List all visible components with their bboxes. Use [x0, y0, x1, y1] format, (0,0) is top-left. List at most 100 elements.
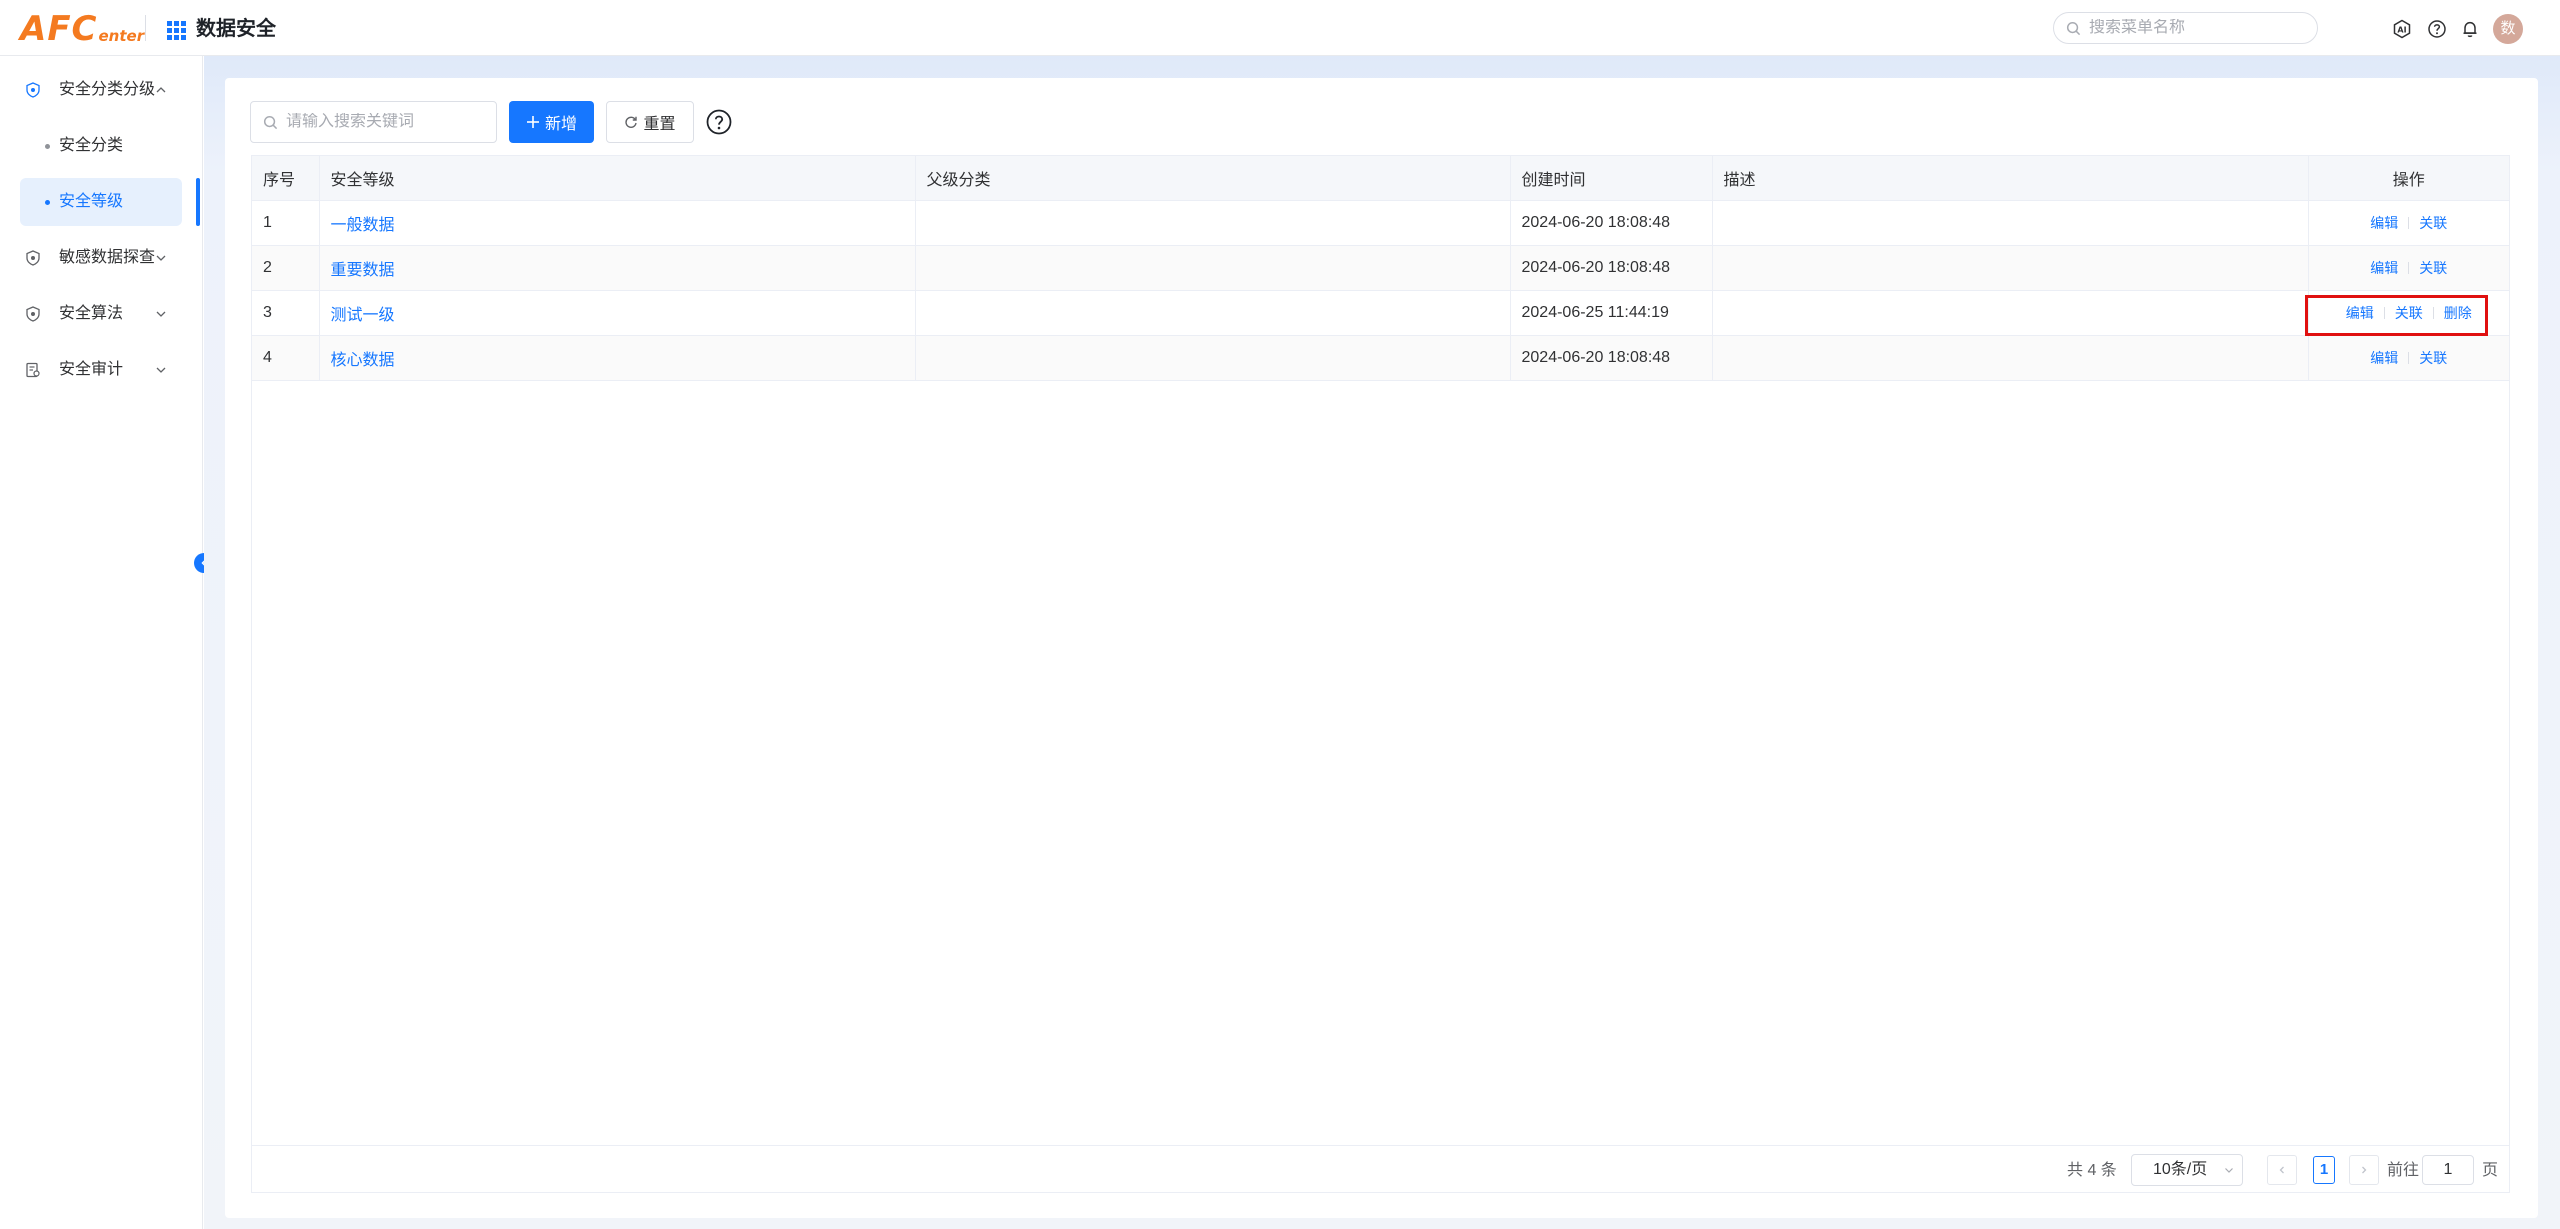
sidebar-item-label: 敏感数据探查 — [59, 249, 156, 266]
edit-link[interactable]: 编辑 — [2370, 215, 2398, 231]
table-row: 2 重要数据 2024-06-20 18:08:48 编辑 关联 — [252, 245, 2509, 291]
sidebar-item-audit[interactable]: 安全审计 — [0, 350, 200, 390]
pagination-total: 共 4 条 — [2067, 1162, 2117, 1179]
prev-page-button[interactable] — [2267, 1155, 2297, 1185]
sidebar-subitem-classification[interactable]: 安全分类 — [20, 122, 182, 170]
ai-assistant-icon[interactable]: AI — [2392, 19, 2412, 39]
page-size-select[interactable]: 10条/页 — [2131, 1154, 2243, 1186]
op-divider — [2408, 351, 2410, 364]
sidebar-subitem-label: 安全分类 — [59, 137, 124, 154]
cell-description — [1712, 335, 2309, 381]
pagination-divider — [252, 1145, 2509, 1146]
help-icon[interactable] — [2427, 19, 2447, 39]
sidebar-subitem-label: 安全等级 — [59, 193, 124, 210]
level-link[interactable]: 核心数据 — [331, 352, 395, 369]
edit-link[interactable]: 编辑 — [2370, 350, 2398, 366]
table-row: 1 一般数据 2024-06-20 18:08:48 编辑 关联 — [252, 200, 2509, 246]
next-page-button[interactable] — [2349, 1155, 2379, 1185]
bullet-dot — [45, 200, 50, 205]
cell-index: 2 — [252, 245, 320, 291]
goto-suffix: 页 — [2482, 1162, 2499, 1179]
chevron-down-icon — [156, 311, 166, 317]
column-header-operations: 操作 — [2308, 156, 2509, 201]
column-header-created: 创建时间 — [1510, 156, 1713, 201]
associate-link[interactable]: 关联 — [2419, 215, 2447, 231]
cell-description — [1712, 245, 2309, 291]
cell-parent — [915, 245, 1511, 291]
apps-grid-icon[interactable] — [167, 21, 187, 40]
chevron-left-icon — [2279, 1166, 2284, 1174]
level-link[interactable]: 一般数据 — [331, 217, 395, 234]
top-header: AFC enter 数据安全 AI 数 — [0, 0, 2560, 56]
bell-icon[interactable] — [2460, 19, 2480, 39]
bullet-dot — [45, 144, 50, 149]
op-divider — [2408, 216, 2410, 229]
sidebar: 安全分类分级 安全分类 安全等级 敏感数据探查 安全算法 安全审计 — [0, 56, 203, 1229]
add-button[interactable]: 新增 — [509, 101, 594, 143]
shield-icon — [26, 82, 40, 98]
cell-description — [1712, 290, 2309, 336]
cell-parent — [915, 200, 1511, 246]
cell-operations: 编辑 关联 — [2308, 245, 2509, 291]
help-circle-icon[interactable] — [706, 109, 732, 135]
table-row: 3 测试一级 2024-06-25 11:44:19 编辑 关联 删除 — [252, 290, 2509, 336]
cell-index: 4 — [252, 335, 320, 381]
cell-created: 2024-06-20 18:08:48 — [1510, 335, 1713, 381]
cell-created: 2024-06-20 18:08:48 — [1510, 200, 1713, 246]
cell-index: 1 — [252, 200, 320, 246]
page-size-value: 10条/页 — [2153, 1161, 2208, 1178]
afc-logo[interactable]: AFC enter — [20, 8, 144, 48]
chevron-down-icon — [156, 367, 166, 373]
cell-created: 2024-06-20 18:08:48 — [1510, 245, 1713, 291]
shield-icon — [26, 250, 40, 266]
goto-label: 前往 — [2387, 1162, 2420, 1179]
audit-icon — [26, 362, 40, 378]
search-icon — [263, 115, 278, 129]
level-link[interactable]: 重要数据 — [331, 262, 395, 279]
keyword-search-box[interactable] — [250, 101, 497, 143]
edit-link[interactable]: 编辑 — [2370, 260, 2398, 276]
header-divider — [145, 15, 146, 41]
cell-operations: 编辑 关联 — [2308, 200, 2509, 246]
logo-text-sub: enter — [98, 27, 145, 45]
sidebar-item-label: 安全分类分级 — [59, 81, 156, 98]
op-divider — [2408, 261, 2410, 274]
user-avatar[interactable]: 数 — [2493, 14, 2523, 44]
sidebar-item-label: 安全算法 — [59, 305, 124, 322]
cell-parent — [915, 290, 1511, 336]
associate-link[interactable]: 关联 — [2419, 350, 2447, 366]
column-header-index: 序号 — [252, 156, 320, 201]
keyword-search-input[interactable] — [286, 113, 486, 131]
chevron-down-icon — [2225, 1168, 2233, 1173]
highlight-annotation-box — [2305, 295, 2488, 336]
column-header-level: 安全等级 — [319, 156, 916, 201]
refresh-icon — [625, 116, 638, 128]
level-link[interactable]: 测试一级 — [331, 307, 395, 324]
plus-icon — [526, 116, 539, 128]
menu-search-input[interactable] — [2089, 19, 2299, 37]
sidebar-item-algorithm[interactable]: 安全算法 — [0, 294, 200, 334]
logo-text-main: AFC — [20, 9, 98, 49]
menu-search-box[interactable] — [2053, 12, 2318, 44]
column-header-description: 描述 — [1712, 156, 2309, 201]
sidebar-item-classification-grading[interactable]: 安全分类分级 — [0, 70, 200, 110]
chevron-down-icon — [156, 255, 166, 261]
chevron-up-icon — [156, 87, 166, 93]
cell-created: 2024-06-25 11:44:19 — [1510, 290, 1713, 336]
cell-description — [1712, 200, 2309, 246]
shield-icon — [26, 306, 40, 322]
security-level-table: 序号 安全等级 父级分类 创建时间 描述 操作 1 一般数据 2024-06-2… — [251, 155, 2510, 1193]
chevron-right-icon — [2362, 1166, 2367, 1174]
sidebar-subitem-security-level[interactable]: 安全等级 — [20, 178, 182, 226]
goto-page-input[interactable]: 1 — [2422, 1155, 2474, 1185]
search-icon — [2066, 21, 2081, 35]
sidebar-item-label: 安全审计 — [59, 361, 124, 378]
table-header-row: 序号 安全等级 父级分类 创建时间 描述 操作 — [252, 156, 2509, 201]
reset-button-label: 重置 — [643, 116, 676, 133]
associate-link[interactable]: 关联 — [2419, 260, 2447, 276]
reset-button[interactable]: 重置 — [606, 101, 694, 143]
page-number-current[interactable]: 1 — [2313, 1156, 2335, 1184]
svg-text:AI: AI — [2397, 26, 2406, 35]
table-row: 4 核心数据 2024-06-20 18:08:48 编辑 关联 — [252, 335, 2509, 381]
sidebar-item-sensitive-data[interactable]: 敏感数据探查 — [0, 238, 200, 278]
